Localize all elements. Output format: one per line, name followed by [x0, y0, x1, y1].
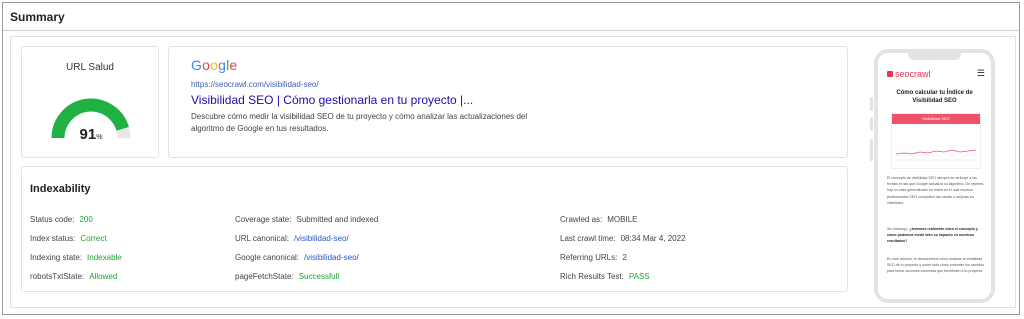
last-crawl-time-row: Last crawl time: 08:34 Mar 4, 2022 [560, 234, 686, 243]
index-status-label: Index status: [30, 234, 76, 243]
google-canonical-row: Google canonical: /visibilidad-seo/ [235, 253, 359, 262]
google-canonical-link[interactable]: /visibilidad-seo/ [304, 253, 359, 262]
status-code-label: Status code: [30, 215, 75, 224]
serp-description: Descubre cómo medir la visibilidad SEO d… [191, 112, 528, 133]
page-title: Summary [10, 10, 65, 24]
rich-results-test-label: Rich Results Test: [560, 272, 624, 281]
coverage-state-label: Coverage state: [235, 215, 292, 224]
rich-results-test-row: Rich Results Test: PASS [560, 272, 650, 281]
phone-notch [908, 53, 961, 60]
mobile-preview: seocrawl ☰ Cómo calcular tu Índice de Vi… [874, 49, 995, 303]
url-health-card: URL Salud 91% [21, 46, 159, 158]
google-logo: Google [191, 57, 237, 73]
index-status-row: Index status: Correct [30, 234, 107, 243]
crawled-as-value: MOBILE [607, 215, 638, 224]
last-crawl-time-value: 08:34 Mar 4, 2022 [620, 234, 686, 243]
preview-paragraph-1: El concepto de visibilidad SEO siempre s… [887, 176, 985, 205]
url-health-title: URL Salud [66, 62, 114, 73]
seocrawl-logo-icon [887, 71, 893, 77]
google-logo-letter: g [218, 57, 227, 73]
url-canonical-link[interactable]: /visibilidad-seo/ [294, 234, 349, 243]
url-canonical-row: URL canonical: /visibilidad-seo/ [235, 234, 349, 243]
coverage-state-row: Coverage state: Submitted and indexed [235, 215, 378, 224]
google-logo-letter: o [202, 57, 211, 73]
serp-url[interactable]: https://seocrawl.com/visibilidad-seo/ [191, 80, 319, 89]
summary-panel: Summary URL Salud 91% Google https://seo… [2, 2, 1020, 315]
summary-header: Summary [3, 3, 1019, 31]
page-fetch-state-label: pageFetchState: [235, 272, 294, 281]
seocrawl-logo-text: seocrawl [895, 69, 931, 79]
index-status-value: Correct [80, 234, 107, 243]
google-logo-letter: G [191, 57, 203, 73]
crawled-as-label: Crawled as: [560, 215, 603, 224]
indexing-state-row: Indexing state: Indexable [30, 253, 122, 262]
serp-title[interactable]: Visibilidad SEO | Cómo gestionarla en tu… [191, 93, 473, 107]
referring-urls-row: Referring URLs: 2 [560, 253, 627, 262]
status-code-row: Status code: 200 [30, 215, 93, 224]
robots-txt-state-label: robotsTxtState: [30, 272, 85, 281]
preview-chart-graphic [895, 135, 977, 161]
preview-chart-image: Visibilidad SEO [891, 113, 981, 169]
health-score: 91% [80, 126, 103, 143]
preview-chart-title: Visibilidad SEO [892, 114, 980, 124]
phone-side-button [870, 117, 873, 131]
preview-heading: Cómo calcular tu Índice de Visibilidad S… [896, 90, 973, 104]
serp-preview-card: Google https://seocrawl.com/visibilidad-… [168, 46, 848, 158]
page-fetch-state-row: pageFetchState: Successfull [235, 272, 339, 281]
coverage-state-value: Submitted and indexed [296, 215, 379, 224]
google-canonical-label: Google canonical: [235, 253, 300, 262]
robots-txt-state-row: robotsTxtState: Allowed [30, 272, 117, 281]
preview-paragraph-2-prefix: Sin embargo, [887, 227, 910, 231]
hamburger-menu-icon[interactable]: ☰ [977, 68, 985, 79]
crawled-as-row: Crawled as: MOBILE [560, 215, 637, 224]
indexability-title: Indexability [30, 183, 91, 195]
last-crawl-time-label: Last crawl time: [560, 234, 616, 243]
rich-results-test-value: PASS [628, 272, 650, 281]
referring-urls-label: Referring URLs: [560, 253, 618, 262]
indexing-state-value: Indexable [87, 253, 122, 262]
health-gauge: 91% [51, 98, 131, 143]
preview-paragraph-3: En este artículo, te descubrimos cómo an… [887, 257, 985, 274]
indexing-state-label: Indexing state: [30, 253, 83, 262]
robots-txt-state-value: Allowed [89, 272, 118, 281]
status-code-value: 200 [79, 215, 93, 224]
phone-side-button [870, 139, 873, 161]
phone-side-button [870, 97, 873, 111]
summary-content: URL Salud 91% Google https://seocrawl.co… [10, 36, 1016, 308]
seocrawl-logo: seocrawl [887, 69, 931, 79]
page-fetch-state-value: Successfull [298, 272, 340, 281]
indexability-card: Indexability Status code: 200 Index statu… [21, 166, 848, 292]
google-logo-letter: o [210, 57, 219, 73]
referring-urls-value: 2 [622, 253, 627, 262]
url-canonical-label: URL canonical: [235, 234, 289, 243]
google-logo-letter: e [229, 57, 238, 73]
preview-paragraph-2: Sin embargo, ¿tenemos realmente claro el… [887, 226, 985, 245]
